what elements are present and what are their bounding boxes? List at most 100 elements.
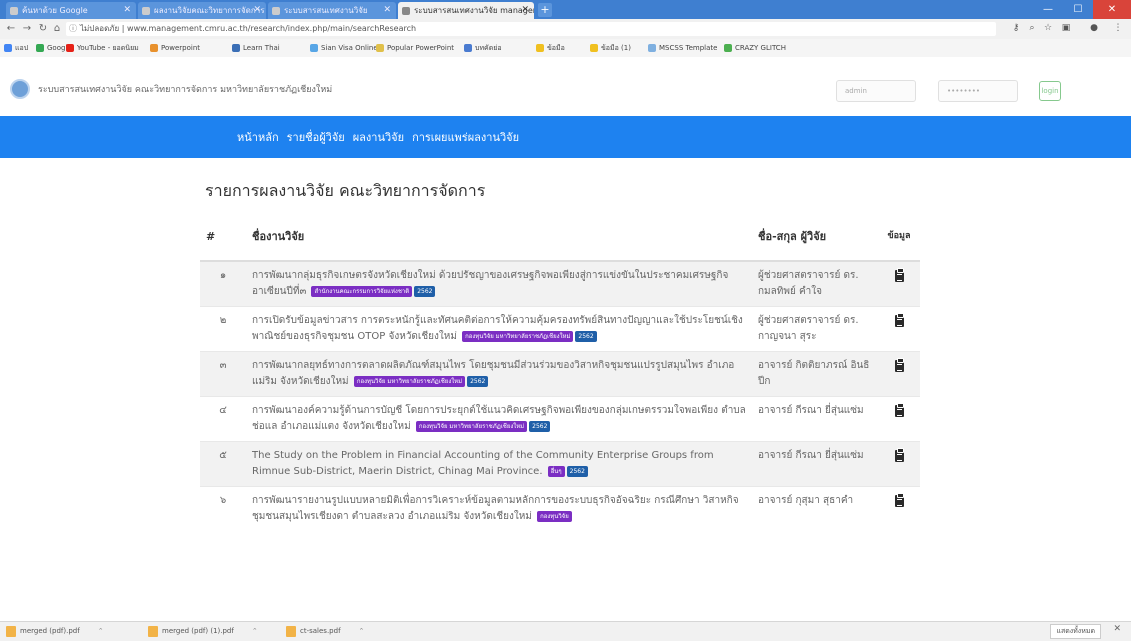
chevron-up-icon[interactable]: ⌃ bbox=[359, 627, 365, 635]
year-badge: 2562 bbox=[529, 420, 551, 432]
info-cell bbox=[878, 486, 920, 531]
maximize-icon[interactable]: ☐ bbox=[1063, 0, 1093, 19]
browser-tab-active[interactable]: ระบบสารสนเทศงานวิจัย management ✕ bbox=[398, 2, 534, 19]
bookmark-icon bbox=[464, 44, 472, 52]
bookmark-icon bbox=[536, 44, 544, 52]
url-field[interactable]: ⓘ ไม่ปลอดภัย | www.management.cmru.ac.th… bbox=[66, 22, 996, 36]
year-badge: 2562 bbox=[566, 465, 588, 477]
favicon-icon bbox=[142, 7, 150, 15]
forward-icon[interactable]: → bbox=[20, 22, 34, 36]
nav-research-works[interactable]: ผลงานวิจัย bbox=[353, 128, 404, 146]
bookmark-item[interactable]: Popular PowerPoint bbox=[376, 42, 454, 54]
page-title: รายการผลงานวิจัย คณะวิทยาการจัดการ bbox=[205, 181, 486, 200]
table-row: ๕ The Study on the Problem in Financial A… bbox=[200, 441, 920, 487]
back-icon[interactable]: ← bbox=[4, 22, 18, 36]
browser-tab-strip: ค้นหาด้วย Google ✕ ผลงานวิจัยคณะวิทยาการ… bbox=[0, 0, 1131, 19]
info-cell bbox=[878, 260, 920, 307]
clipboard-icon[interactable] bbox=[894, 403, 904, 417]
download-item[interactable]: ct-sales.pdf ⌃ bbox=[286, 625, 364, 638]
research-title-link[interactable]: The Study on the Problem in Financial Ac… bbox=[252, 450, 714, 477]
bookmark-item[interactable]: แอป bbox=[4, 42, 28, 54]
bookmark-icon bbox=[648, 44, 656, 52]
download-item[interactable]: merged (pdf) (1).pdf ⌃ bbox=[148, 625, 258, 638]
security-label: ไม่ปลอดภัย bbox=[80, 24, 120, 33]
row-number: ๕ bbox=[200, 441, 246, 487]
window-close-icon[interactable]: ✕ bbox=[1093, 0, 1131, 19]
research-title-cell: การพัฒนารายงานรูปแบบหลายมิติเพื่อการวิเค… bbox=[246, 486, 752, 531]
chevron-up-icon[interactable]: ⌃ bbox=[252, 627, 258, 635]
browser-tab[interactable]: ระบบสารสนเทศงานวิจัย ✕ bbox=[268, 2, 396, 19]
bookmark-icon bbox=[66, 44, 74, 52]
row-number: ๖ bbox=[200, 486, 246, 531]
bookmark-item[interactable]: YouTube - ยอดนิยม bbox=[66, 42, 139, 54]
research-title-link[interactable]: การพัฒนากลยุทธ์ทางการตลาดผลิตภัณฑ์สมุนไพ… bbox=[252, 360, 734, 387]
bookmark-item[interactable]: ข้อมือ bbox=[536, 42, 565, 54]
bookmark-icon bbox=[590, 44, 598, 52]
research-title-cell: การพัฒนากลุ่มธุรกิจเกษตรจังหวัดเชียงใหม่… bbox=[246, 260, 752, 307]
extension-icon[interactable]: ▣ bbox=[1060, 22, 1072, 34]
key-icon[interactable]: ⚷ bbox=[1010, 22, 1022, 34]
funding-badge: อื่นๆ bbox=[547, 465, 565, 477]
bookmark-item[interactable]: Powerpoint bbox=[150, 42, 200, 54]
bookmark-item[interactable]: MSCSS Template bbox=[648, 42, 717, 54]
browser-tab[interactable]: ค้นหาด้วย Google ✕ bbox=[6, 2, 136, 19]
bookmark-item[interactable]: บทคัดย่อ bbox=[464, 42, 502, 54]
author-cell: ผู้ช่วยศาสตราจารย์ ดร. กาญจนา สุระ bbox=[752, 306, 878, 352]
clipboard-icon[interactable] bbox=[894, 313, 904, 327]
main-navbar: หน้าหลัก รายชื่อผู้วิจัย ผลงานวิจัย การเ… bbox=[0, 116, 1131, 158]
favicon-icon bbox=[10, 7, 18, 15]
home-icon[interactable]: ⌂ bbox=[50, 22, 64, 36]
funding-badge: สำนักงานคณะกรรมการวิจัยแห่งชาติ bbox=[311, 285, 413, 297]
info-icon[interactable]: ⓘ bbox=[69, 22, 77, 36]
browser-tab[interactable]: ผลงานวิจัยคณะวิทยาการจัดการ ✕ bbox=[138, 2, 266, 19]
clipboard-icon[interactable] bbox=[894, 493, 904, 507]
password-input[interactable]: •••••••• bbox=[938, 80, 1018, 102]
bookmark-item[interactable]: Learn Thai bbox=[232, 42, 280, 54]
research-table: # ชื่องานวิจัย ชื่อ-สกุล ผู้วิจัย ข้อมูล… bbox=[200, 212, 920, 531]
nav-researchers[interactable]: รายชื่อผู้วิจัย bbox=[287, 128, 345, 146]
downloads-bar: merged (pdf).pdf ⌃ merged (pdf) (1).pdf ⌃ … bbox=[0, 621, 1131, 641]
bookmark-icon bbox=[36, 44, 44, 52]
close-tab-icon[interactable]: ✕ bbox=[253, 2, 261, 19]
clipboard-icon[interactable] bbox=[894, 358, 904, 372]
col-header-info: ข้อมูล bbox=[878, 212, 920, 262]
table-row: ๔การพัฒนาองค์ความรู้ด้านการบัญชี โดยการป… bbox=[200, 396, 920, 442]
clipboard-icon[interactable] bbox=[894, 268, 904, 282]
menu-icon[interactable]: ⋮ bbox=[1112, 22, 1124, 34]
pdf-file-icon bbox=[286, 626, 296, 637]
chevron-up-icon[interactable]: ⌃ bbox=[98, 627, 104, 635]
research-title-cell: การเปิดรับข้อมูลข่าวสาร การตระหนักรู้และ… bbox=[246, 306, 752, 352]
close-tab-icon[interactable]: ✕ bbox=[521, 2, 529, 19]
address-bar-row: ← → ↻ ⌂ ⓘ ไม่ปลอดภัย | www.management.cm… bbox=[0, 19, 1131, 39]
bookmarks-bar: แอป Google YouTube - ยอดนิยม Powerpoint Lear… bbox=[0, 39, 1131, 58]
close-downloads-icon[interactable]: ✕ bbox=[1113, 624, 1121, 634]
close-tab-icon[interactable]: ✕ bbox=[123, 2, 131, 19]
login-button[interactable]: login bbox=[1039, 81, 1061, 101]
clipboard-icon[interactable] bbox=[894, 448, 904, 462]
author-cell: อาจารย์ กิตติยาภรณ์ อินธิปีก bbox=[752, 351, 878, 397]
reload-icon[interactable]: ↻ bbox=[36, 22, 50, 36]
download-item[interactable]: merged (pdf).pdf ⌃ bbox=[6, 625, 104, 638]
row-number: ๑ bbox=[200, 260, 246, 307]
profile-icon[interactable]: ● bbox=[1088, 22, 1100, 34]
minimize-icon[interactable]: — bbox=[1033, 0, 1063, 19]
close-tab-icon[interactable]: ✕ bbox=[383, 2, 391, 19]
bookmark-item[interactable]: Sian Visa Online bbox=[310, 42, 378, 54]
bookmark-icon bbox=[232, 44, 240, 52]
author-cell: อาจารย์ กีรณา ยี่สุ่นแซ่ม bbox=[752, 441, 878, 487]
author-cell: ผู้ช่วยศาสตราจารย์ ดร. กมลทิพย์ คำใจ bbox=[752, 260, 878, 307]
show-all-downloads-button[interactable]: แสดงทั้งหมด bbox=[1050, 624, 1101, 639]
bookmark-star-icon[interactable]: ☆ bbox=[1042, 22, 1054, 34]
nav-home[interactable]: หน้าหลัก bbox=[237, 128, 279, 146]
nav-dissemination[interactable]: การเผยแพร่ผลงานวิจัย bbox=[412, 128, 519, 146]
bookmark-item[interactable]: CRAZY GLITCH bbox=[724, 42, 786, 54]
research-title-link[interactable]: การพัฒนารายงานรูปแบบหลายมิติเพื่อการวิเค… bbox=[252, 495, 739, 522]
bookmark-item[interactable]: ข้อมือ (1) bbox=[590, 42, 631, 54]
zoom-icon[interactable]: ⌕ bbox=[1026, 22, 1038, 34]
username-input[interactable]: admin bbox=[836, 80, 916, 102]
url-text: www.management.cmru.ac.th/research/index… bbox=[127, 24, 417, 33]
author-cell: อาจารย์ กีรณา ยี่สุ่นแซ่ม bbox=[752, 396, 878, 442]
new-tab-button[interactable]: + bbox=[538, 3, 552, 17]
year-badge: 2562 bbox=[575, 330, 597, 342]
table-row: ๖การพัฒนารายงานรูปแบบหลายมิติเพื่อการวิเ… bbox=[200, 486, 920, 531]
